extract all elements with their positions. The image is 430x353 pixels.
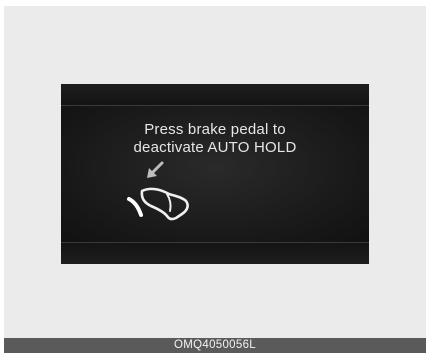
- figure-code: OMQ4050056L: [174, 339, 256, 351]
- message-line-2: deactivate AUTO HOLD: [133, 139, 297, 156]
- brake-pedal-foot-icon: [127, 161, 189, 221]
- instrument-cluster-display: Press brake pedal to deactivate AUTO HOL…: [61, 84, 369, 264]
- display-bottom-band: [61, 242, 369, 264]
- auto-hold-message: Press brake pedal to deactivate AUTO HOL…: [61, 121, 369, 157]
- figure-caption-bar: OMQ4050056L: [4, 338, 426, 353]
- display-top-band: [61, 84, 369, 106]
- message-line-1: Press brake pedal to: [144, 121, 286, 138]
